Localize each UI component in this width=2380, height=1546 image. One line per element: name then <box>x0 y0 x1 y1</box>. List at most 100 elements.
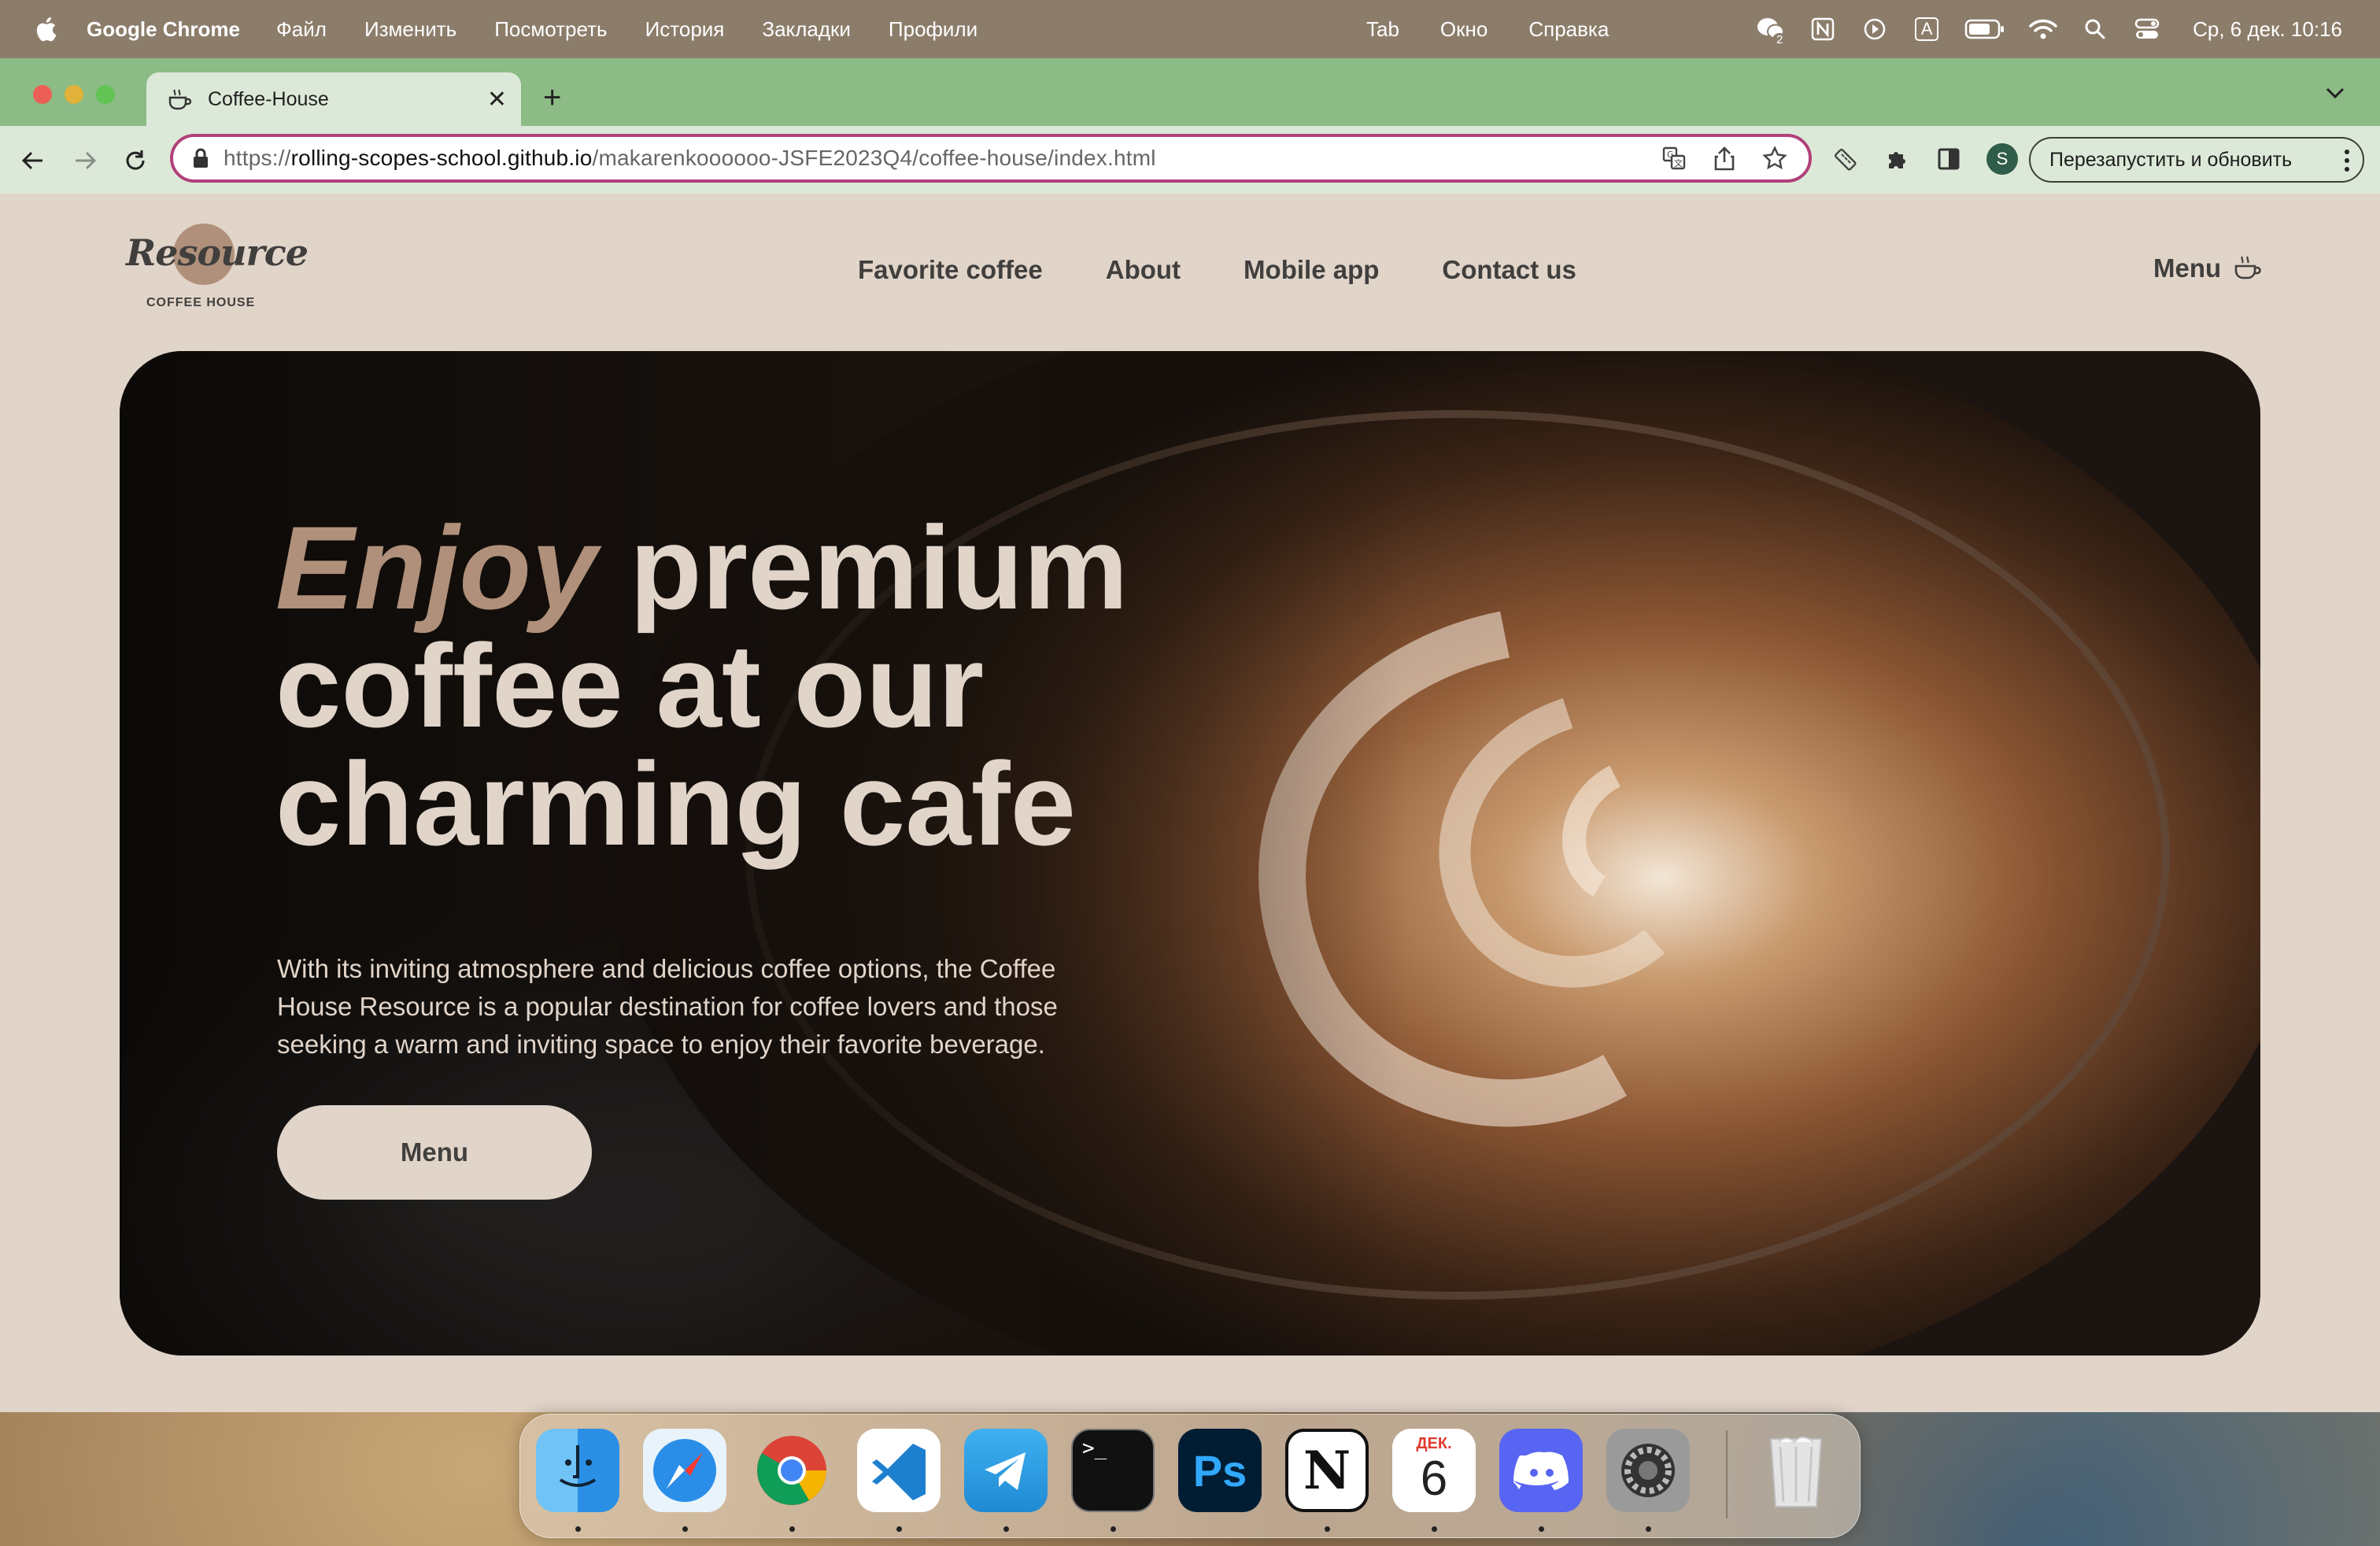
logo-wordmark: Resource <box>126 231 309 274</box>
tab-title: Coffee-House <box>208 87 329 110</box>
lock-icon[interactable] <box>192 147 209 169</box>
extensions-puzzle-icon[interactable] <box>1883 145 1911 173</box>
dock-telegram[interactable] <box>964 1429 1048 1512</box>
dock-vscode[interactable] <box>857 1429 941 1512</box>
hero-title-line2: coffee at our <box>275 620 985 752</box>
tab-strip: Coffee-House ✕ + <box>0 58 2380 126</box>
translate-icon[interactable]: G文 <box>1661 145 1687 172</box>
tab-coffee-house[interactable]: Coffee-House ✕ <box>146 72 521 126</box>
battery-icon[interactable] <box>1964 15 2005 43</box>
nav-about[interactable]: About <box>1106 255 1181 285</box>
dock-finder[interactable] <box>536 1429 619 1512</box>
url-path: /makarenkoooooo-JSFE2023Q4/coffee-house/… <box>592 146 1156 170</box>
site-logo[interactable]: Resource COFFEE HOUSE <box>126 224 309 309</box>
share-icon[interactable] <box>1711 145 1738 172</box>
chrome-icon <box>757 1436 826 1505</box>
menubar-item-file[interactable]: Файл <box>276 17 327 42</box>
reload-button[interactable] <box>120 145 151 176</box>
notion-icon: N <box>1303 1440 1351 1501</box>
svg-text:G: G <box>1667 150 1674 160</box>
dock-running-indicator <box>682 1526 688 1532</box>
dock-running-indicator <box>1646 1526 1651 1532</box>
nav-mobile-app[interactable]: Mobile app <box>1244 255 1379 285</box>
more-vertical-icon[interactable] <box>2342 146 2352 175</box>
side-panel-icon[interactable] <box>1935 145 1963 173</box>
dock-calendar[interactable]: ДЕК. 6 <box>1392 1429 1476 1512</box>
main-nav: Favorite coffee About Mobile app Contact… <box>858 255 1576 285</box>
menubar-item-help[interactable]: Справка <box>1528 17 1609 42</box>
coffee-cup-favicon-icon <box>168 89 192 110</box>
play-icon[interactable] <box>1861 15 1889 43</box>
vscode-icon <box>872 1444 926 1500</box>
menubar-item-view[interactable]: Посмотреть <box>494 17 607 42</box>
forward-button[interactable] <box>69 145 101 176</box>
terminal-prompt-icon: >_ <box>1082 1437 1107 1460</box>
dock-discord[interactable] <box>1499 1429 1583 1512</box>
header-menu-link[interactable]: Menu <box>2153 253 2262 283</box>
dock-terminal[interactable]: >_ <box>1071 1429 1155 1512</box>
menubar-item-tab[interactable]: Tab <box>1366 17 1399 42</box>
calendar-month: ДЕК. <box>1392 1429 1476 1453</box>
new-tab-button[interactable]: + <box>543 82 561 113</box>
tab-search-chevron-icon[interactable] <box>2325 87 2345 99</box>
menubar-item-window[interactable]: Окно <box>1440 17 1488 42</box>
chrome-window: Coffee-House ✕ + https://rolling-scopes-… <box>0 58 2380 1412</box>
profile-avatar[interactable]: S <box>1986 143 2018 175</box>
nav-contact-us[interactable]: Contact us <box>1442 255 1576 285</box>
menubar-item-profiles[interactable]: Профили <box>889 17 978 42</box>
arrow-right-icon <box>76 151 97 170</box>
dock-system-settings[interactable] <box>1606 1429 1690 1512</box>
wifi-icon[interactable] <box>2029 15 2057 43</box>
dock-running-indicator <box>789 1526 795 1532</box>
wechat-icon[interactable]: 2 <box>1757 15 1787 46</box>
hero-title-accent: Enjoy <box>275 501 597 634</box>
wechat-badge: 2 <box>1772 33 1787 46</box>
nav-favorite-coffee[interactable]: Favorite coffee <box>858 255 1043 285</box>
window-zoom-button[interactable] <box>96 85 115 104</box>
notion-tray-icon[interactable] <box>1809 15 1837 43</box>
dock-photoshop[interactable]: Ps <box>1178 1429 1262 1512</box>
back-button[interactable] <box>17 145 49 176</box>
dock-safari[interactable] <box>643 1429 726 1512</box>
dock-trash[interactable] <box>1754 1429 1838 1512</box>
address-url[interactable]: https://rolling-scopes-school.github.io/… <box>224 146 1156 171</box>
dock-running-indicator <box>1539 1526 1544 1532</box>
url-host: rolling-scopes-school.github.io <box>290 146 593 170</box>
finder-icon <box>559 1445 597 1487</box>
extension-ruler-icon[interactable] <box>1831 145 1859 173</box>
hero-section: Enjoy premium coffee at our charming caf… <box>120 351 2260 1356</box>
menubar-app-name[interactable]: Google Chrome <box>87 17 240 42</box>
address-bar[interactable]: https://rolling-scopes-school.github.io/… <box>170 134 1812 183</box>
trash-icon <box>1769 1437 1823 1507</box>
control-center-icon[interactable] <box>2133 15 2161 43</box>
menubar-item-history[interactable]: История <box>645 17 725 42</box>
window-minimize-button[interactable] <box>65 85 83 104</box>
dock-running-indicator <box>1111 1526 1116 1532</box>
dock-chrome[interactable] <box>750 1429 833 1512</box>
arrow-left-icon <box>21 151 42 170</box>
spotlight-search-icon[interactable] <box>2081 15 2109 43</box>
web-page: Resource COFFEE HOUSE Favorite coffee Ab… <box>0 194 2380 1412</box>
coffee-cup-icon <box>2234 256 2261 279</box>
browser-toolbar: https://rolling-scopes-school.github.io/… <box>0 126 2380 194</box>
keyboard-layout-icon[interactable]: A <box>1913 15 1941 43</box>
hero-menu-button[interactable]: Menu <box>277 1105 592 1200</box>
relaunch-label: Перезапустить и обновить <box>2049 148 2293 171</box>
svg-text:文: 文 <box>1674 157 1683 168</box>
dock-running-indicator <box>1003 1526 1009 1532</box>
relaunch-update-button[interactable]: Перезапустить и обновить <box>2029 137 2364 183</box>
reload-icon <box>126 150 145 170</box>
telegram-icon <box>985 1452 1026 1490</box>
tab-close-icon[interactable]: ✕ <box>487 86 507 113</box>
window-close-button[interactable] <box>33 85 52 104</box>
hero-title: Enjoy premium coffee at our charming caf… <box>275 509 1220 863</box>
dock-running-indicator <box>896 1526 902 1532</box>
apple-logo-icon[interactable] <box>35 16 57 43</box>
menubar-item-bookmarks[interactable]: Закладки <box>762 17 851 42</box>
gear-icon <box>1621 1444 1675 1497</box>
calendar-day: 6 <box>1420 1452 1448 1506</box>
menubar-item-edit[interactable]: Изменить <box>364 17 456 42</box>
menubar-clock[interactable]: Ср, 6 дек. 10:16 <box>2193 17 2342 42</box>
bookmark-star-icon[interactable] <box>1761 145 1788 172</box>
dock-notion[interactable]: N <box>1285 1429 1369 1512</box>
